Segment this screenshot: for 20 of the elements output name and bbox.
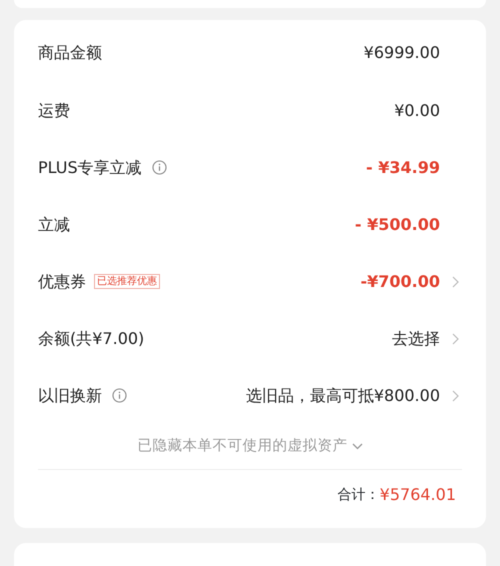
info-icon[interactable]	[112, 388, 127, 403]
select-link[interactable]: -¥700.00	[360, 270, 440, 294]
row-label: 以旧换新	[38, 384, 102, 406]
row-label: 立减	[38, 214, 70, 236]
select-link[interactable]: 去选择	[392, 326, 440, 350]
caret-icon[interactable]	[352, 443, 362, 450]
row-label: 运费	[38, 100, 70, 122]
amount-value: - ¥34.99	[366, 156, 440, 178]
row-label: 商品金额	[38, 42, 102, 64]
select-link[interactable]: 选旧品，最高可抵¥800.00	[246, 384, 440, 408]
total-value: ¥5764.01	[380, 484, 456, 506]
row-label: 余额(共¥7.00)	[38, 328, 144, 350]
info-icon[interactable]	[152, 160, 167, 175]
amount-value: ¥0.00	[394, 100, 440, 122]
row-label: 优惠券	[38, 270, 86, 292]
total-label: 合计：	[338, 486, 380, 504]
amount-value: ¥6999.00	[364, 42, 440, 64]
row-label: PLUS专享立减	[38, 156, 142, 178]
amount-value: - ¥500.00	[354, 214, 440, 236]
tag: 已选推荐优惠	[94, 274, 160, 289]
